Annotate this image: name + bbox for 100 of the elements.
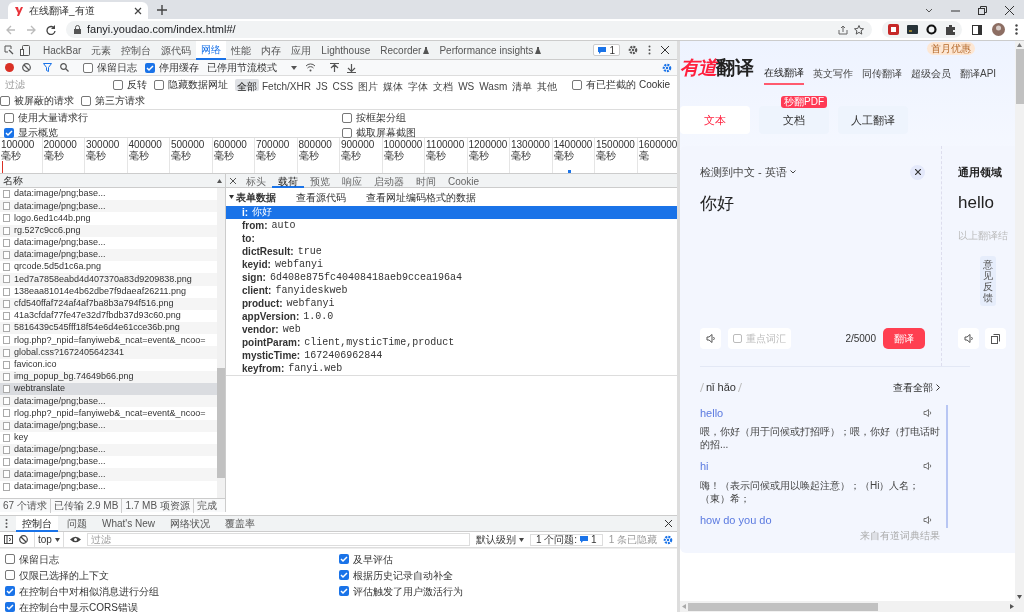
request-row[interactable]: 1ed7a7858eabd4d407370a83d9209838.png — [0, 273, 217, 286]
search-icon[interactable] — [60, 63, 69, 72]
checkbox[interactable] — [5, 570, 15, 580]
payload-row[interactable]: keyid: webfanyi — [226, 258, 677, 271]
request-row[interactable]: data:image/png;base... — [0, 468, 217, 481]
scrollbar-thumb[interactable] — [217, 368, 225, 478]
clear-icon[interactable] — [19, 535, 28, 544]
type-filter-button[interactable]: Wasm — [477, 78, 510, 91]
type-filter-button[interactable]: 清单 — [510, 78, 535, 91]
devtools-tab[interactable]: Lighthouse — [316, 40, 376, 60]
console-filter-field[interactable]: 过滤 — [86, 533, 470, 546]
drawer-tab[interactable]: 问题 — [61, 515, 93, 532]
close-icon[interactable] — [134, 6, 142, 15]
payload-row[interactable]: product: webfanyi — [226, 297, 677, 310]
payload-row[interactable]: sign: 6d408e875fc40408418aeb9ccea196a4 — [226, 271, 677, 284]
payload-row[interactable]: client: fanyideskweb — [226, 284, 677, 297]
devtools-tab[interactable]: 内存 — [256, 40, 287, 60]
sidebar-icon[interactable] — [972, 24, 982, 35]
scrollbar[interactable] — [1015, 41, 1024, 601]
settings-icon[interactable] — [662, 62, 672, 73]
throttling-dropdown[interactable]: 已停用节流模式 — [207, 60, 297, 75]
checkbox[interactable] — [154, 79, 164, 90]
clear-button[interactable] — [910, 164, 925, 180]
address-bar[interactable]: fanyi.youdao.com/index.html#/ — [66, 21, 872, 38]
scrollbar-thumb[interactable] — [688, 602, 878, 611]
payload-row[interactable]: to: — [226, 232, 677, 245]
more-icon[interactable] — [1015, 24, 1018, 35]
copy-button[interactable] — [985, 328, 1006, 349]
device-icon[interactable] — [20, 44, 30, 56]
checkbox[interactable] — [338, 570, 349, 580]
checkbox[interactable] — [5, 602, 15, 612]
speaker-button[interactable] — [958, 328, 979, 349]
filter-icon[interactable] — [43, 63, 52, 72]
type-filter-button[interactable]: 图片 — [356, 78, 381, 91]
devtools-tab[interactable]: 控制台 — [116, 40, 157, 60]
checkbox[interactable] — [338, 586, 349, 596]
checkbox[interactable] — [4, 127, 14, 138]
sort-icon[interactable] — [217, 178, 222, 183]
payload-row[interactable]: mysticTime: 1672406962844 — [226, 349, 677, 362]
checkbox[interactable] — [145, 62, 155, 73]
checkbox[interactable] — [83, 62, 93, 73]
type-filter-button[interactable]: WS — [456, 78, 477, 91]
scrollbar[interactable] — [680, 601, 1024, 612]
upload-icon[interactable] — [330, 62, 339, 73]
checkbox[interactable] — [338, 554, 349, 564]
scrollbar[interactable] — [217, 188, 225, 498]
drawer-tab[interactable]: 覆盖率 — [219, 515, 262, 532]
issues-button[interactable]: 1 个问题: 1 — [529, 533, 603, 546]
puzzle-icon[interactable] — [945, 24, 956, 35]
checkbox[interactable] — [341, 112, 352, 123]
restore-icon[interactable] — [978, 6, 987, 15]
type-filter-button[interactable]: 文档 — [431, 78, 456, 91]
triangle-icon[interactable] — [229, 195, 234, 199]
type-filter-button[interactable]: 其他 — [535, 78, 560, 91]
ring-icon[interactable] — [926, 24, 937, 35]
detail-tab[interactable]: 响应 — [336, 173, 368, 188]
scrollbar-thumb[interactable] — [1015, 49, 1024, 104]
speaker-icon[interactable] — [923, 515, 932, 524]
checkbox[interactable] — [5, 586, 15, 596]
checkbox[interactable] — [81, 95, 91, 106]
detail-tab[interactable]: 时间 — [410, 173, 442, 188]
nav-link[interactable]: 在线翻译 — [764, 62, 804, 85]
extension-icon[interactable] — [888, 24, 899, 35]
speaker-icon[interactable] — [923, 462, 932, 471]
type-filter-button[interactable]: Fetch/XHR — [260, 78, 313, 91]
eye-icon[interactable] — [69, 536, 81, 543]
inspect-icon[interactable] — [4, 45, 14, 55]
request-row[interactable]: data:image/png;base... — [0, 200, 217, 213]
checkbox[interactable] — [5, 554, 15, 564]
payload-row[interactable]: from: auto — [226, 219, 677, 232]
terminal-icon[interactable] — [907, 25, 918, 34]
type-filter-button[interactable]: JS — [313, 78, 330, 91]
section-title[interactable]: 表单数据 — [236, 189, 276, 205]
type-filter-button[interactable]: 全部 — [235, 78, 259, 91]
source-text-field[interactable]: 你好 — [700, 190, 925, 216]
feedback-button[interactable]: 意见反馈 — [980, 256, 996, 306]
mode-tab[interactable]: 人工翻译 — [838, 106, 908, 134]
payload-row[interactable]: i: 你好 — [226, 206, 677, 219]
nav-link[interactable]: 翻译API — [960, 62, 997, 85]
request-row[interactable]: 5816439c545fff18f54e6d4e61cce36b.png — [0, 322, 217, 335]
request-row[interactable]: data:image/png;base... — [0, 395, 217, 408]
type-filter-button[interactable]: 媒体 — [381, 78, 406, 91]
issues-button[interactable]: 1 — [593, 44, 620, 56]
checkbox[interactable] — [733, 334, 742, 343]
share-icon[interactable] — [838, 24, 848, 35]
devtools-tab[interactable]: Recorder — [375, 40, 435, 60]
detail-tab[interactable]: 标头 — [240, 173, 272, 188]
clear-icon[interactable] — [22, 63, 31, 72]
dict-word-link[interactable]: hi — [700, 458, 709, 475]
record-icon[interactable] — [5, 63, 14, 72]
devtools-tab[interactable]: 源代码 — [156, 40, 197, 60]
speaker-button[interactable] — [700, 328, 721, 349]
payload-row[interactable]: keyfrom: fanyi.web — [226, 362, 677, 375]
mode-tab[interactable]: 文档 — [759, 106, 829, 134]
sidebar-icon[interactable] — [4, 535, 13, 544]
type-filter-button[interactable]: 字体 — [406, 78, 431, 91]
devtools-tab[interactable]: HackBar — [38, 40, 87, 60]
detail-tab[interactable]: 启动器 — [368, 173, 410, 188]
download-icon[interactable] — [347, 62, 356, 73]
type-filter-button[interactable]: CSS — [330, 78, 356, 91]
